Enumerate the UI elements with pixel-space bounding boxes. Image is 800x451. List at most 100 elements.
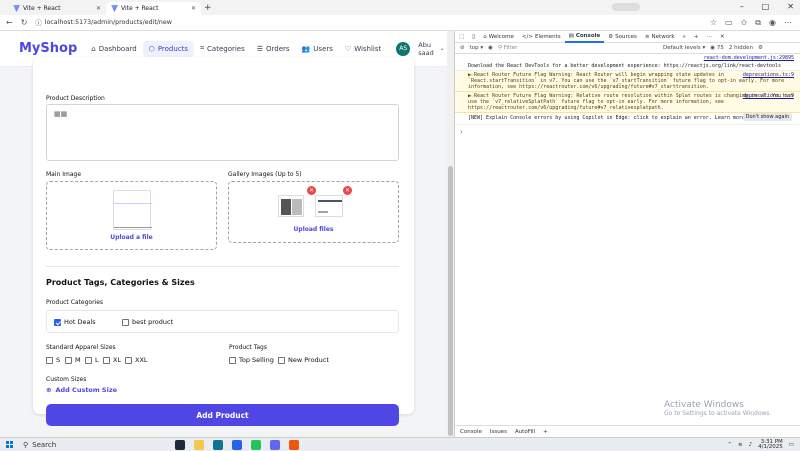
more-icon[interactable]: ⋯ [703, 31, 717, 43]
browser-tab-active[interactable]: Vite + React ✕ [106, 2, 201, 15]
favorites-icon[interactable]: ✩ [741, 18, 748, 28]
category-option[interactable]: best product [122, 318, 173, 326]
size-option[interactable]: L [85, 356, 99, 364]
category-option[interactable]: Hot Deals [54, 318, 96, 326]
close-icon[interactable]: ✕ [716, 31, 729, 43]
size-option[interactable]: XL [103, 356, 121, 364]
tag-option[interactable]: Top Selling [229, 356, 274, 364]
chrome-icon[interactable] [251, 440, 261, 450]
message-source[interactable]: deprecations.ts:9 [743, 72, 794, 78]
favorite-star-icon[interactable]: ☆ [710, 18, 717, 28]
checkbox[interactable] [103, 356, 110, 364]
app-icon[interactable] [289, 440, 299, 450]
more-tabs-icon[interactable]: » [679, 31, 690, 43]
brand-logo[interactable]: MyShop [19, 41, 77, 56]
drawer-tab-issues[interactable]: Issues [490, 429, 507, 435]
nav-categories[interactable]: ⌗ Categories [194, 40, 251, 57]
tab-network[interactable]: ≋ Network [641, 31, 679, 43]
message-source[interactable]: react-dom.development.js:29895 [704, 55, 794, 61]
remove-image-icon[interactable]: ✕ [307, 186, 316, 195]
checkbox[interactable] [65, 356, 72, 364]
app-icon[interactable] [270, 440, 280, 450]
clock[interactable]: 3:31 PM 4/1/2025 [758, 439, 783, 450]
checkbox[interactable] [229, 356, 236, 364]
new-tab-icon[interactable]: + [204, 3, 212, 13]
minimize-icon[interactable]: – [740, 2, 744, 11]
windows-start-icon[interactable] [6, 441, 13, 448]
add-tab-icon[interactable]: + [690, 31, 703, 43]
add-product-button[interactable]: Add Product [46, 404, 399, 426]
checkbox[interactable] [85, 356, 92, 364]
close-icon[interactable]: ✕ [96, 5, 101, 12]
checkbox[interactable] [278, 356, 285, 364]
collections-icon[interactable]: ⧉ [755, 18, 761, 28]
profile-icon[interactable]: ◉ [769, 18, 776, 28]
size-option[interactable]: S [46, 356, 60, 364]
dont-show-again-button[interactable]: Don't show again [742, 113, 792, 121]
chevron-up-icon[interactable]: ⌃ [727, 442, 732, 448]
split-screen-icon[interactable]: ▭ [725, 18, 733, 28]
console-prompt[interactable]: › [455, 125, 800, 139]
add-drawer-tab-icon[interactable]: + [543, 429, 548, 435]
edge-icon[interactable] [213, 440, 223, 450]
user-name[interactable]: Abu saad [418, 41, 433, 57]
clear-console-icon[interactable]: ⊘ [460, 45, 465, 51]
upload-file-link[interactable]: Upload a file [47, 234, 216, 241]
checkbox[interactable] [122, 318, 129, 326]
file-explorer-icon[interactable] [194, 440, 204, 450]
message-source[interactable]: deprecations.ts:9 [743, 93, 794, 99]
console-filter[interactable]: ⚲ Filter [498, 45, 658, 51]
browser-tab[interactable]: Vite + React ✕ [8, 2, 106, 15]
tab-sources[interactable]: ⚙ Sources [604, 31, 641, 43]
description-textarea[interactable]: ▦▦ [46, 104, 399, 161]
vscode-icon[interactable] [232, 440, 242, 450]
issues-badge[interactable]: ◉ 75 [710, 45, 724, 51]
tab-elements[interactable]: </> Elements [518, 31, 565, 43]
drawer-tab-autofill[interactable]: AutoFill [515, 429, 535, 435]
volume-icon[interactable]: ♪ [749, 442, 753, 448]
size-option[interactable]: M [65, 356, 81, 364]
info-icon[interactable]: ⓘ [35, 18, 41, 27]
browser-search-pill[interactable] [612, 3, 640, 11]
levels-select[interactable]: Default levels ▾ [663, 45, 705, 51]
url-field[interactable]: ⓘ localhost:5173/admin/products/edit/new [35, 18, 172, 27]
main-image-dropzone[interactable]: Upload a file [46, 181, 217, 250]
notification-icon[interactable]: ▭ [789, 442, 794, 448]
nav-wishlist[interactable]: ♡ Wishlist [339, 41, 387, 57]
console-warning[interactable]: ⚠ deprecations.ts:9 ▶ React Router Futur… [455, 92, 800, 113]
checkbox[interactable] [125, 356, 132, 364]
gallery-dropzone[interactable]: ✕ ✕ Upload files [228, 181, 399, 243]
context-select[interactable]: top ▾ [470, 45, 484, 51]
settings-icon[interactable]: ⚙ [758, 45, 763, 51]
avatar[interactable]: AS [396, 41, 411, 56]
checkbox-checked[interactable] [54, 318, 61, 326]
wifi-icon[interactable]: ≋ [738, 442, 743, 448]
nav-orders[interactable]: ☰ Orders [251, 41, 296, 57]
tab-welcome[interactable]: ⌂ Welcome [479, 31, 518, 43]
device-icon[interactable]: ▯ [468, 31, 479, 43]
close-icon[interactable]: ✕ [191, 5, 196, 12]
task-view-icon[interactable] [175, 440, 185, 450]
close-window-icon[interactable]: ✕ [787, 2, 794, 11]
back-icon[interactable]: ← [6, 18, 13, 27]
eye-icon[interactable]: ◉ [488, 45, 493, 51]
taskbar-search[interactable]: ⚲ Search [23, 441, 56, 449]
page-scrollbar[interactable] [447, 31, 454, 437]
drawer-tab-console[interactable]: Console [460, 429, 482, 435]
checkbox[interactable] [46, 356, 53, 364]
tab-console[interactable]: ▤ Console [564, 31, 605, 43]
console-warning[interactable]: ⚠ deprecations.ts:9 ▶ React Router Futur… [455, 71, 800, 92]
remove-image-icon[interactable]: ✕ [343, 186, 352, 195]
upload-files-link[interactable]: Upload files [229, 226, 398, 233]
scrollbar-thumb[interactable] [448, 166, 453, 436]
maximize-icon[interactable]: □ [762, 2, 770, 11]
more-icon[interactable]: ⋯ [784, 18, 792, 28]
add-custom-size-button[interactable]: ⊕ Add Custom Size [46, 386, 117, 394]
nav-products[interactable]: ⬡ Products [142, 40, 195, 57]
inspect-icon[interactable]: ⬚ [455, 31, 468, 43]
tag-option[interactable]: New Product [278, 356, 329, 364]
size-option[interactable]: XXL [125, 356, 148, 364]
refresh-icon[interactable]: ↻ [21, 18, 28, 27]
nav-dashboard[interactable]: ⌂ Dashboard [85, 41, 142, 57]
chevron-down-icon[interactable]: ⌄ [440, 45, 445, 52]
